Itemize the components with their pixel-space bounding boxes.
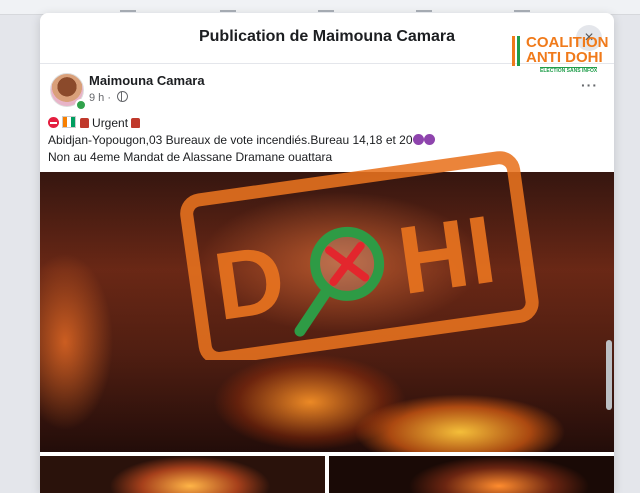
watch-icon[interactable] — [220, 0, 236, 12]
post-photo-secondary[interactable] — [40, 456, 325, 493]
ivory-coast-flag-icon — [62, 116, 77, 128]
logo-bar-orange — [512, 36, 515, 66]
post-line-2: Abidjan-Yopougon,03 Bureaux de vote ince… — [48, 132, 598, 149]
post-meta: 9 h · — [89, 91, 129, 104]
hat-icon — [79, 118, 89, 128]
logo-line-2: ANTI DOHI — [526, 49, 603, 66]
hat-icon — [131, 118, 141, 128]
post-line-3: Non au 4eme Mandat de Alassane Dramane o… — [48, 150, 333, 164]
coalition-anti-dohi-logo: COALITION ANTI DOHI ELECTION SANS INFOX — [510, 34, 620, 80]
marketplace-icon[interactable] — [318, 0, 334, 12]
logo-subtitle: ELECTION SANS INFOX — [540, 67, 598, 74]
devil-icon — [423, 134, 435, 145]
post-line-2-text: Abidjan-Yopougon,03 Bureaux de vote ince… — [48, 133, 413, 147]
groups-icon[interactable] — [416, 0, 432, 12]
urgent-label: Urgent — [88, 116, 132, 130]
author-name[interactable]: Maimouna Camara — [89, 73, 205, 88]
globe-icon — [117, 91, 129, 102]
post-photo-main[interactable] — [40, 172, 614, 452]
post-modal: Publication de Maimouna Camara × Maimoun… — [40, 13, 614, 493]
gaming-icon[interactable] — [514, 0, 530, 12]
home-icon[interactable] — [120, 0, 136, 12]
post-text: Urgent Abidjan-Yopougon,03 Bureaux de vo… — [48, 115, 598, 166]
no-entry-icon — [48, 117, 59, 128]
online-status-icon — [75, 99, 87, 111]
logo-bar-green — [517, 36, 520, 66]
post-time[interactable]: 9 h · — [89, 92, 111, 104]
scrollbar[interactable] — [606, 340, 612, 410]
devil-icon — [412, 134, 424, 145]
post-photo-secondary[interactable] — [329, 456, 614, 493]
post-line-urgent: Urgent — [48, 115, 598, 132]
